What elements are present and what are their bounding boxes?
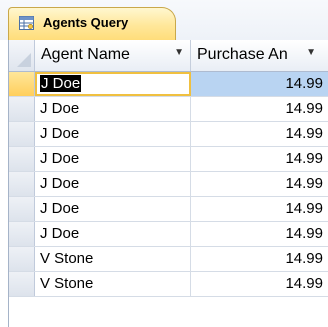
column-header-agent-name[interactable]: Agent Name ▼	[35, 40, 191, 71]
cell-agent-name-text: J Doe	[40, 75, 82, 92]
column-header-label: Agent Name	[41, 46, 130, 63]
select-all-corner[interactable]	[9, 40, 35, 71]
table-row[interactable]: J Doe 14.99	[9, 122, 328, 147]
cell-agent-name[interactable]: V Stone	[35, 247, 191, 271]
cell-purchase-amount[interactable]: 14.99	[191, 247, 328, 271]
table-row[interactable]: J Doe 14.99	[9, 72, 328, 97]
cell-purchase-amount[interactable]: 14.99	[191, 147, 328, 171]
cell-purchase-amount[interactable]: 14.99	[191, 222, 328, 246]
column-header-label: Purchase An	[197, 46, 288, 63]
cell-agent-name-text: V Stone	[40, 275, 94, 292]
cell-agent-name-text: J Doe	[40, 175, 80, 192]
cell-agent-name-text: J Doe	[40, 150, 80, 167]
select-all-triangle-icon	[17, 53, 31, 67]
document-tab-strip: Agents Query	[0, 0, 328, 40]
column-header-purchase-amount[interactable]: Purchase An ▼	[191, 40, 328, 71]
tab-agents-query[interactable]: Agents Query	[8, 7, 176, 40]
cell-agent-name[interactable]: J Doe	[35, 72, 191, 96]
cell-agent-name[interactable]: J Doe	[35, 147, 191, 171]
cell-purchase-amount[interactable]: 14.99	[191, 97, 328, 121]
row-selector[interactable]	[9, 172, 35, 196]
row-selector[interactable]	[9, 72, 35, 96]
row-selector[interactable]	[9, 272, 35, 296]
cell-agent-name[interactable]: J Doe	[35, 222, 191, 246]
cell-purchase-amount[interactable]: 14.99	[191, 72, 328, 96]
cell-agent-name[interactable]: V Stone	[35, 272, 191, 296]
tab-title: Agents Query	[43, 15, 129, 30]
table-row[interactable]: J Doe 14.99	[9, 147, 328, 172]
cell-purchase-amount[interactable]: 14.99	[191, 122, 328, 146]
query-datasheet-window: Agents Query Agent Name ▼ Purchase An ▼ …	[0, 0, 328, 327]
cell-agent-name-text: V Stone	[40, 250, 94, 267]
table-row[interactable]: J Doe 14.99	[9, 222, 328, 247]
row-selector[interactable]	[9, 222, 35, 246]
row-selector[interactable]	[9, 122, 35, 146]
table-row[interactable]: V Stone 14.99	[9, 247, 328, 272]
row-selector[interactable]	[9, 97, 35, 121]
table-row[interactable]: J Doe 14.99	[9, 97, 328, 122]
datasheet-grid: Agent Name ▼ Purchase An ▼ J Doe 14.99 J D…	[8, 40, 328, 327]
cell-purchase-amount[interactable]: 14.99	[191, 272, 328, 296]
query-icon	[19, 16, 34, 30]
cell-agent-name-text: J Doe	[40, 200, 80, 217]
cell-agent-name-text: J Doe	[40, 225, 80, 242]
cell-agent-name[interactable]: J Doe	[35, 197, 191, 221]
cell-agent-name[interactable]: J Doe	[35, 97, 191, 121]
row-selector[interactable]	[9, 147, 35, 171]
cell-agent-name-text: J Doe	[40, 125, 80, 142]
cell-purchase-amount[interactable]: 14.99	[191, 197, 328, 221]
column-header-row: Agent Name ▼ Purchase An ▼	[9, 40, 328, 72]
dropdown-arrow-icon[interactable]: ▼	[306, 47, 316, 58]
row-selector[interactable]	[9, 197, 35, 221]
table-row[interactable]: J Doe 14.99	[9, 197, 328, 222]
cell-agent-name[interactable]: J Doe	[35, 172, 191, 196]
cell-agent-name-text: J Doe	[40, 100, 80, 117]
cell-agent-name[interactable]: J Doe	[35, 122, 191, 146]
cell-purchase-amount[interactable]: 14.99	[191, 172, 328, 196]
table-row[interactable]: V Stone 14.99	[9, 272, 328, 297]
dropdown-arrow-icon[interactable]: ▼	[174, 47, 184, 58]
table-row[interactable]: J Doe 14.99	[9, 172, 328, 197]
row-selector[interactable]	[9, 247, 35, 271]
